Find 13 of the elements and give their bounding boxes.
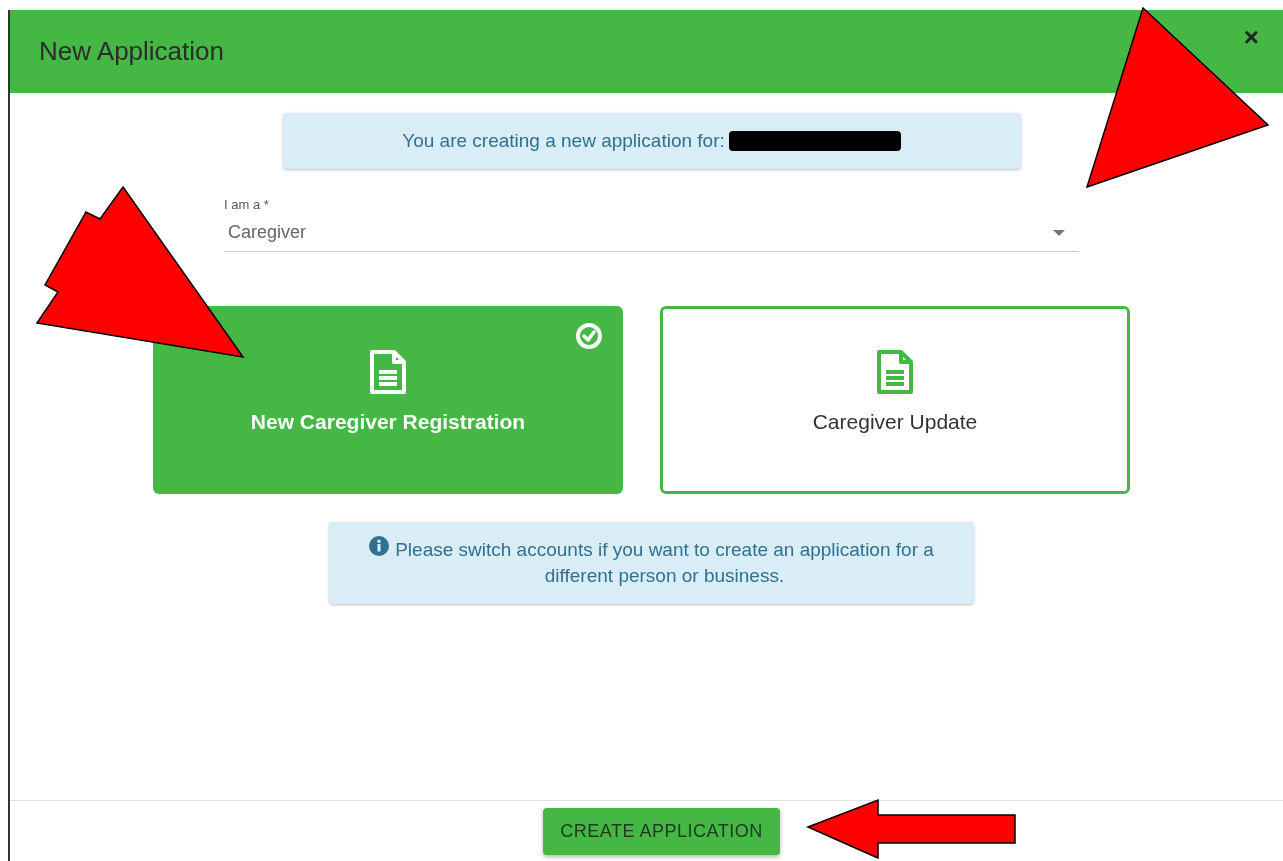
option-card[interactable]: Caregiver Update	[660, 305, 1130, 494]
check-circle-icon	[575, 321, 603, 350]
window-title: New Application	[39, 35, 224, 68]
select-field[interactable]: Caregiver	[224, 214, 1079, 252]
info-icon	[368, 535, 389, 556]
option-label: Caregiver Update	[812, 408, 978, 435]
caret-icon	[1053, 229, 1065, 236]
info-text: Please switch accounts if you want to create an application for a different person or business.	[394, 537, 935, 588]
field-label: I am a *	[224, 196, 270, 214]
close-button[interactable]: ×	[1243, 24, 1259, 50]
option-label: New Caregiver Registration	[250, 408, 526, 435]
create-application-button[interactable]: CREATE APPLICATION	[543, 807, 780, 855]
notice-text: You are creating a new application for:	[402, 128, 725, 153]
